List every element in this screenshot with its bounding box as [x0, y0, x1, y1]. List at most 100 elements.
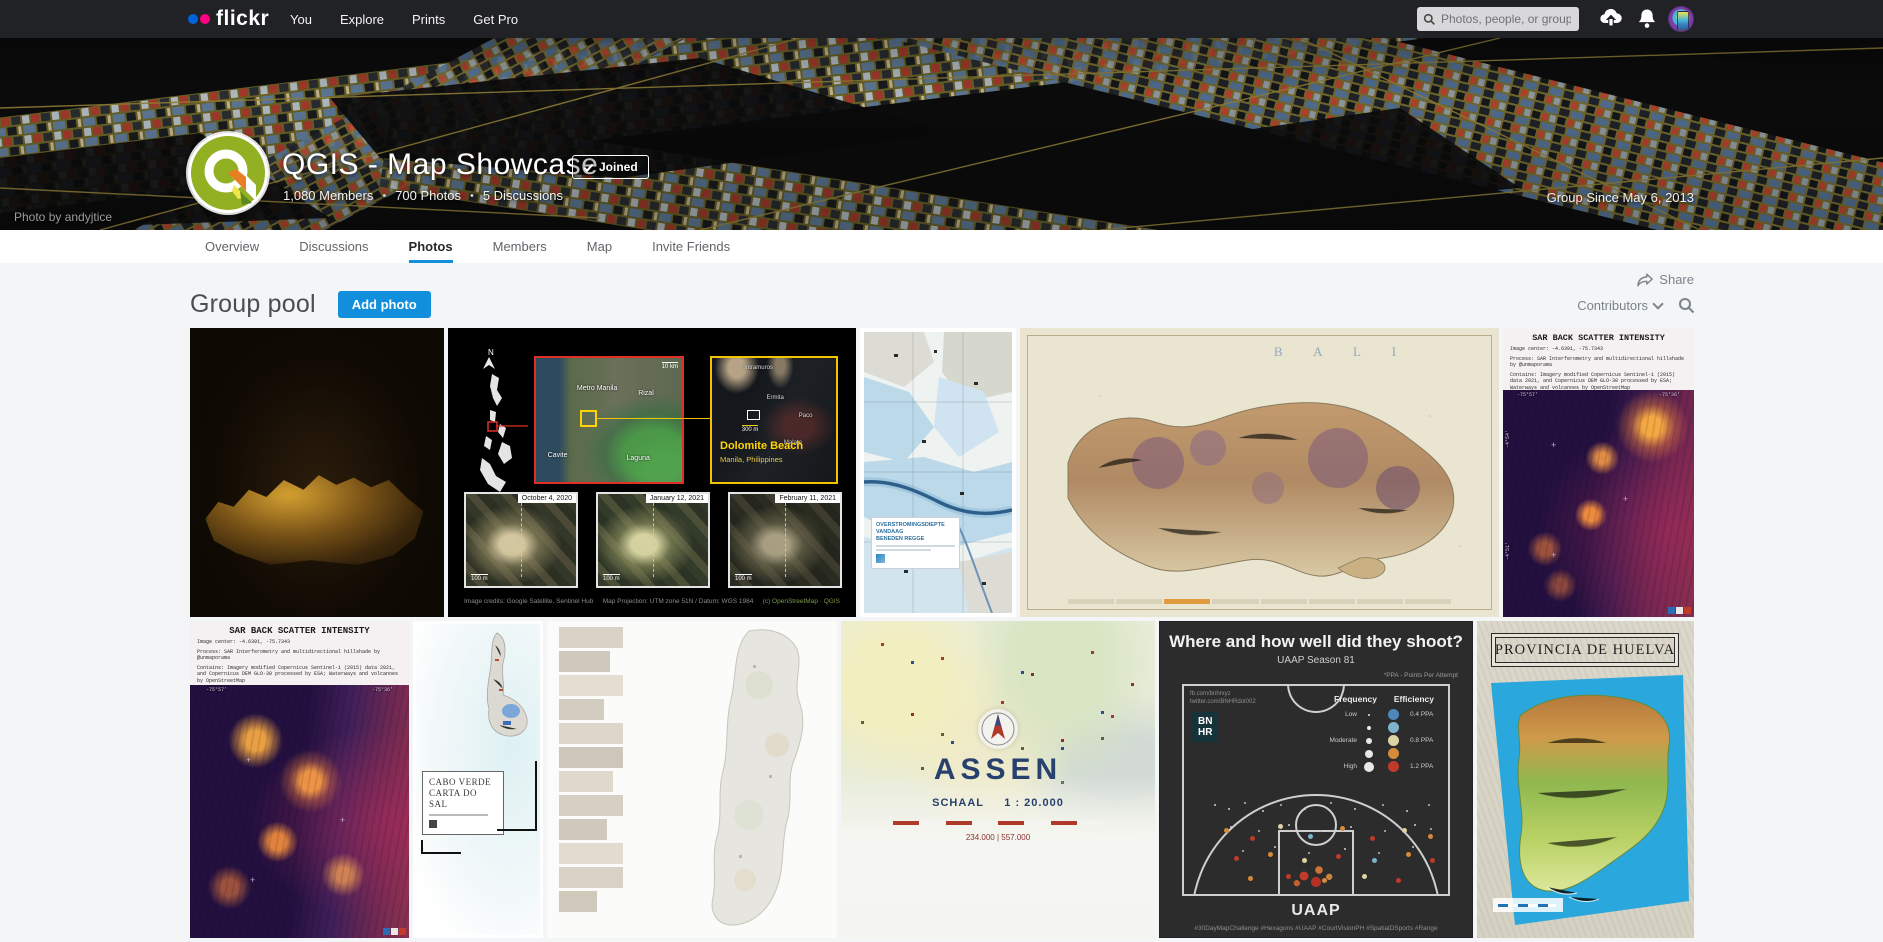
photo-tile-sar-backscatter-landscape[interactable]: SAR BACK SCATTER INTENSITY Image center:… — [190, 621, 409, 938]
night-relief-glow — [190, 328, 444, 617]
label-ermita: Ermita — [767, 395, 784, 401]
philippines-locator-inset: N — [466, 348, 528, 498]
nav-links: You Explore Prints Get Pro — [290, 0, 518, 38]
assen-scale-bar — [893, 821, 1103, 825]
nav-item-explore[interactable]: Explore — [340, 12, 384, 27]
flickr-logo[interactable]: flickr — [188, 7, 269, 31]
stat-members[interactable]: 1,080 Members — [283, 188, 373, 203]
tab-map[interactable]: Map — [587, 230, 612, 263]
nav-item-you[interactable]: You — [290, 12, 312, 27]
label-rizal: Rizal — [638, 390, 654, 397]
tab-discussions[interactable]: Discussions — [299, 230, 368, 263]
photo-tile-dolomite-beach-map[interactable]: N 10 km Metro Manila Rizal Cavite Laguna — [448, 328, 856, 617]
key-circle — [1295, 804, 1337, 846]
uaap-title: Where and how well did they shoot? — [1160, 632, 1472, 652]
dolomite-detail-panel: Intramuros Ermita Paco Malate 300 m Dolo… — [710, 356, 838, 484]
portugal-shape-art — [689, 625, 829, 935]
beach-highlight-box — [747, 410, 760, 420]
sar-meta-line2: Process: SAR Interferometry and multidir… — [1510, 356, 1687, 369]
compass-emblem-icon — [978, 709, 1018, 749]
tab-overview[interactable]: Overview — [205, 230, 259, 263]
photo-tile-flood-depth-map[interactable]: OVERSTROMINGSDIEPTE VANDAAG BENEDEN REGG… — [860, 328, 1016, 617]
uaap-social-handles: fb.com/bnhrxyz twitter.com/BNHRdot002 — [1190, 690, 1256, 706]
manila-overview-panel: 10 km Metro Manila Rizal Cavite Laguna — [534, 356, 684, 484]
huelva-scale-bar — [1493, 898, 1563, 912]
flickr-group-page: flickr You Explore Prints Get Pro — [0, 0, 1883, 942]
sar-footer-logos — [383, 928, 406, 935]
banner-photo-credit: Photo by andyjtice — [14, 210, 112, 224]
rim-shot-cluster — [1286, 852, 1346, 892]
dolomite-beach-title: Dolomite Beach — [720, 440, 803, 452]
stat-discussions[interactable]: 5 Discussions — [483, 188, 563, 203]
photo-tile-sar-backscatter-portrait[interactable]: SAR BACK SCATTER INTENSITY Image center:… — [1503, 328, 1694, 617]
photo-tile-portugal-map[interactable] — [547, 621, 837, 938]
tab-members[interactable]: Members — [493, 230, 547, 263]
assen-scale-text: SCHAAL 1 : 20.000 — [841, 797, 1155, 809]
pool-search-icon[interactable] — [1678, 297, 1695, 314]
flood-map-title-line2: BENEDEN REGGE — [876, 536, 955, 543]
contributors-filter-dropdown[interactable]: Contributors — [1577, 298, 1662, 313]
photo-tile-provincia-de-huelva-map[interactable]: PROVINCIA DE HUELVA — [1477, 621, 1694, 938]
assen-grid-coordinates: 234.000 | 557.000 — [841, 833, 1155, 842]
bali-legend-strip — [1068, 597, 1451, 605]
cabo-verde-title-box: CABO VERDE CARTA DO SAL — [422, 771, 504, 835]
uaap-court: fb.com/bnhrxyz twitter.com/BNHRdot002 BN… — [1182, 684, 1450, 896]
tab-photos[interactable]: Photos — [409, 230, 453, 263]
sar-tick-top-right: -75°36' — [1659, 392, 1680, 398]
joined-button[interactable]: Joined — [572, 155, 649, 179]
sar-meta-line1: Image center: -4.6391, -75.7343 — [1510, 346, 1687, 353]
notifications-bell-icon[interactable] — [1637, 8, 1657, 30]
huelva-title: PROVINCIA DE HUELVA — [1495, 642, 1675, 659]
assen-title: ASSEN — [841, 753, 1155, 787]
group-cover-photo[interactable]: Photo by andyjtice Group Since May 6, 20… — [0, 38, 1883, 230]
photo-tile-cabo-verde-map[interactable]: CABO VERDE CARTA DO SAL — [413, 621, 543, 938]
tab-invite-friends[interactable]: Invite Friends — [652, 230, 730, 263]
north-label: N — [488, 348, 494, 357]
photo-tile-bali-vintage-map[interactable]: B A L I ~~ — [1020, 328, 1499, 617]
sar-title: SAR BACK SCATTER INTENSITY — [197, 626, 402, 636]
legend-efficiency-label: Efficiency — [1394, 694, 1434, 704]
cabo-title-line1: CABO VERDE — [429, 777, 498, 788]
nav-item-prints[interactable]: Prints — [412, 12, 445, 27]
group-avatar[interactable] — [188, 133, 268, 213]
svg-text:~: ~ — [1098, 394, 1101, 400]
projection-note: Map Projection: UTM zone 51N / Datum: WG… — [603, 598, 754, 605]
group-tab-bar: Overview Discussions Photos Members Map … — [0, 230, 1883, 263]
sar-tick-left-bottom: -4°51' — [1505, 542, 1511, 560]
inset-scale-bar: 100 m — [471, 574, 488, 582]
uaap-legend: Frequency Efficiency Low 0.4 PPA Moderat — [1320, 694, 1440, 773]
flood-map-legend-box: OVERSTROMINGSDIEPTE VANDAAG BENEDEN REGG… — [871, 517, 960, 569]
flood-map-title-line1: OVERSTROMINGSDIEPTE VANDAAG — [876, 522, 955, 536]
sar-map-image: -75°57' -75°36' + + + — [190, 685, 409, 938]
inset-reference-line — [785, 503, 786, 577]
uaap-hashtags: #30DayMapChallenge #Hexagons #UAAP #Cour… — [1160, 925, 1472, 932]
sar-tick-top-left: -75°57' — [1517, 392, 1538, 398]
add-photo-button[interactable]: Add photo — [338, 291, 431, 318]
sar-header: SAR BACK SCATTER INTENSITY Image center:… — [1503, 328, 1694, 394]
stat-photos[interactable]: 700 Photos — [395, 188, 461, 203]
attribution-note: (c) OpenStreetMap · QGIS — [763, 598, 840, 605]
sar-meta-line3: Contains: Imagery modified Copernicus Se… — [1510, 372, 1687, 392]
photo-tile-uaap-shot-chart[interactable]: Where and how well did they shoot? UAAP … — [1159, 621, 1473, 938]
user-avatar[interactable] — [1668, 6, 1694, 32]
photo-tile-assen-topographic-map[interactable]: ASSEN SCHAAL 1 : 20.000 234.000 | 557.00… — [841, 621, 1155, 938]
search-input[interactable] — [1441, 12, 1571, 26]
bnhr-logo: BN HR — [1192, 712, 1218, 742]
page-title: Group pool — [190, 290, 316, 319]
share-button[interactable]: Share — [1637, 272, 1694, 287]
label-intramuros: Intramuros — [744, 365, 773, 371]
inset-reference-line — [521, 503, 522, 577]
map-sheet-index-strip — [559, 627, 623, 912]
qgis-logo-icon — [188, 133, 268, 213]
check-icon — [583, 162, 594, 173]
photo-tile-night-relief-map[interactable] — [190, 328, 444, 617]
group-stats: 1,080 Members • 700 Photos • 5 Discussio… — [283, 188, 563, 203]
share-arrow-icon — [1637, 273, 1653, 287]
flood-map-sheet: OVERSTROMINGSDIEPTE VANDAAG BENEDEN REGG… — [864, 332, 1012, 613]
nav-item-getpro[interactable]: Get Pro — [473, 12, 518, 27]
uaap-footer-title: UAAP — [1160, 902, 1472, 920]
sar-meta-line3: Contains: Imagery modified Copernicus Se… — [197, 665, 402, 685]
upload-cloud-icon[interactable] — [1598, 6, 1624, 32]
sar-map-image: -75°57' -75°36' -4°54' -4°51' + + + — [1503, 390, 1694, 617]
shot-dots-small — [1214, 804, 1216, 806]
